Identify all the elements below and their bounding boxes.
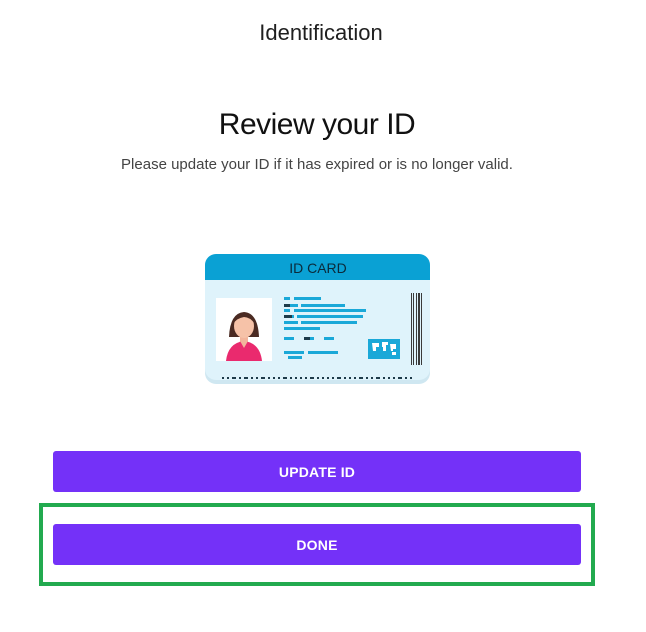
- identification-screen: Identification Review your ID Please upd…: [0, 0, 646, 632]
- id-card-label: ID CARD: [289, 260, 347, 276]
- update-id-button[interactable]: UPDATE ID: [53, 451, 581, 492]
- id-card-illustration: ID CARD: [205, 254, 430, 384]
- page-title: Review your ID: [218, 108, 416, 141]
- done-button[interactable]: DONE: [53, 524, 581, 565]
- page-header-title: Identification: [259, 20, 383, 45]
- page-subtitle: Please update your ID if it has expired …: [121, 156, 513, 173]
